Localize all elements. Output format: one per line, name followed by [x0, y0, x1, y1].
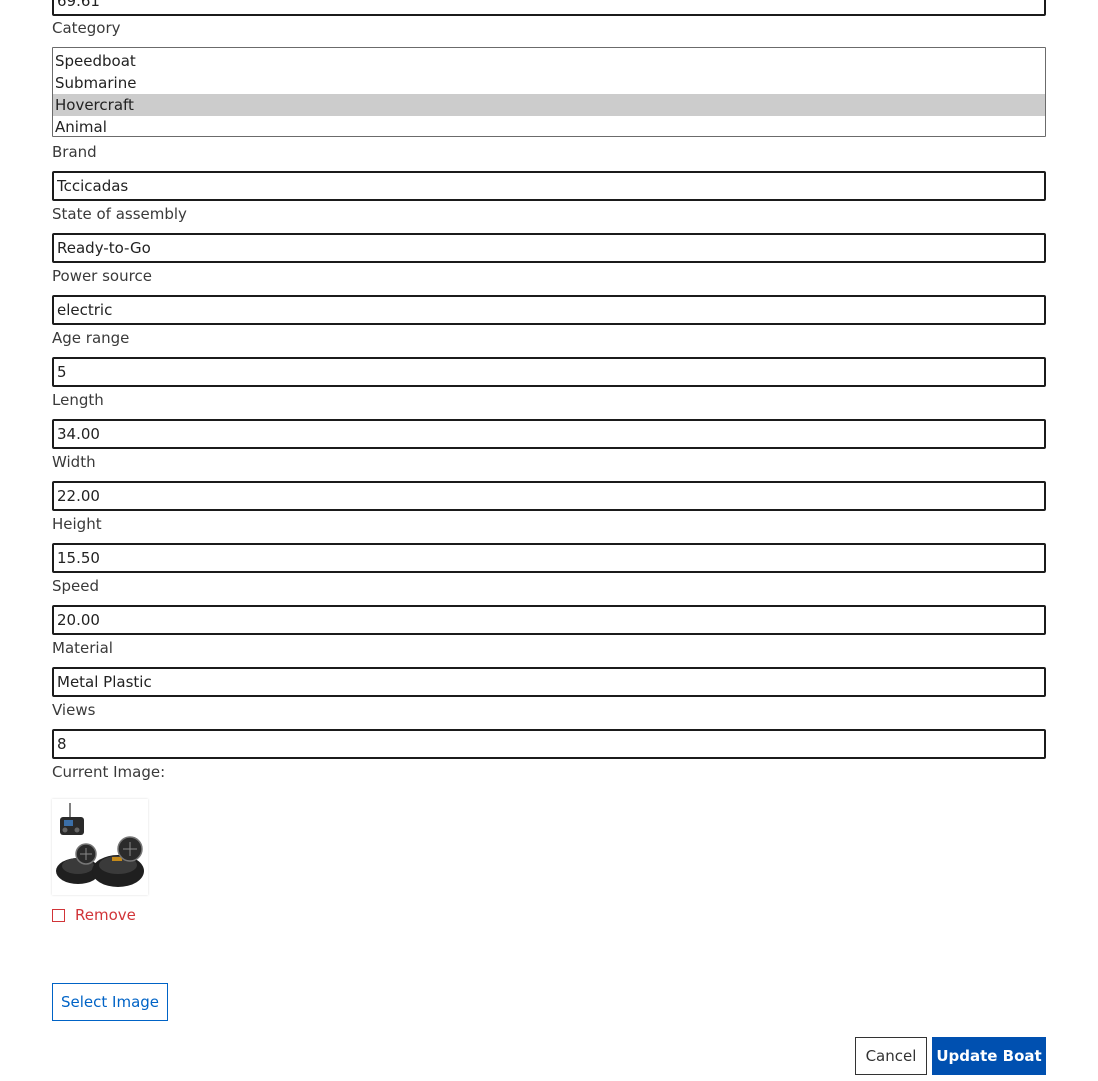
power-source-input[interactable]	[52, 295, 1046, 325]
length-label: Length	[52, 391, 104, 409]
update-boat-button[interactable]: Update Boat	[932, 1037, 1046, 1075]
height-label: Height	[52, 515, 102, 533]
age-range-label: Age range	[52, 329, 130, 347]
cancel-button[interactable]: Cancel	[855, 1037, 927, 1075]
width-input[interactable]	[52, 481, 1046, 511]
category-option-speedboat[interactable]: Speedboat	[53, 50, 1045, 72]
material-label: Material	[52, 639, 113, 657]
brand-label: Brand	[52, 143, 97, 161]
length-input[interactable]	[52, 419, 1046, 449]
category-option-hovercraft[interactable]: Hovercraft	[53, 94, 1045, 116]
current-image-label: Current Image:	[52, 763, 166, 781]
speed-input[interactable]	[52, 605, 1046, 635]
views-label: Views	[52, 701, 96, 719]
category-listbox[interactable]: Speedboat Submarine Hovercraft Animal	[52, 47, 1046, 137]
material-input[interactable]	[52, 667, 1046, 697]
remove-image-row[interactable]: Remove	[52, 905, 136, 925]
remove-image-checkbox[interactable]	[52, 908, 65, 922]
hovercraft-thumbnail	[52, 799, 148, 895]
category-option-animal[interactable]: Animal	[53, 116, 1045, 136]
age-range-input[interactable]	[52, 357, 1046, 387]
select-image-button[interactable]: Select Image	[52, 983, 168, 1021]
speed-label: Speed	[52, 577, 100, 595]
brand-input[interactable]	[52, 171, 1046, 201]
height-input[interactable]	[52, 543, 1046, 573]
remove-image-label[interactable]: Remove	[75, 906, 136, 924]
category-option-submarine[interactable]: Submarine	[53, 72, 1045, 94]
price-input[interactable]	[52, 0, 1046, 16]
category-label: Category	[52, 19, 121, 37]
state-of-assembly-input[interactable]	[52, 233, 1046, 263]
state-of-assembly-label: State of assembly	[52, 205, 187, 223]
width-label: Width	[52, 453, 96, 471]
power-source-label: Power source	[52, 267, 152, 285]
views-input[interactable]	[52, 729, 1046, 759]
hovercraft-toy-image	[56, 803, 144, 887]
